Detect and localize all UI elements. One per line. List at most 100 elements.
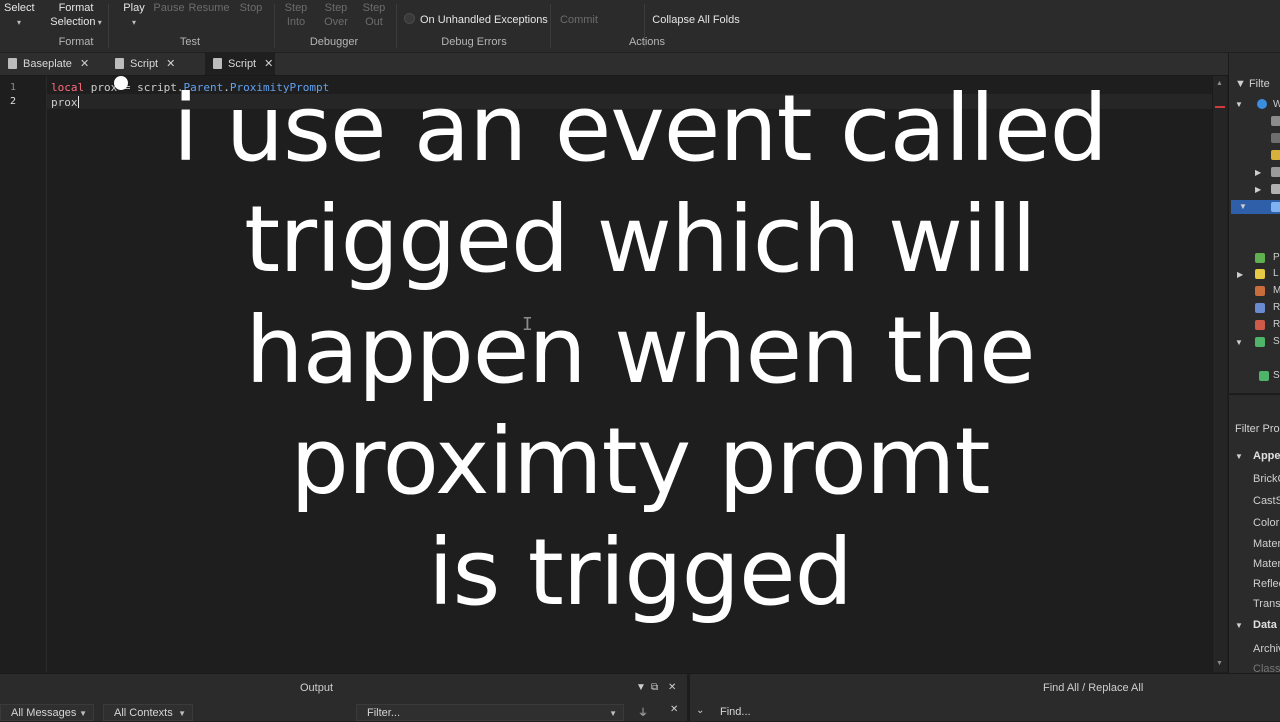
play-button[interactable]: Play ▾	[120, 1, 148, 30]
property-row[interactable]: CastS	[1253, 495, 1280, 507]
tree-item-server-storage[interactable]: S	[1273, 370, 1280, 381]
server-script-service-icon	[1255, 337, 1265, 347]
close-icon[interactable]: ✕	[668, 682, 676, 693]
step-over-label-2: Over	[324, 16, 348, 28]
bottom-panels: Output ▼ ⧉ ✕ All Messages ▼ All Contexts ▼…	[0, 673, 1280, 721]
replicated-first-icon	[1255, 303, 1265, 313]
scroll-down-icon[interactable]: ▼	[1216, 660, 1223, 667]
all-messages-dropdown[interactable]: All Messages ▼	[0, 704, 94, 721]
tree-item-workspace[interactable]: W	[1273, 99, 1280, 110]
step-out-label-2: Out	[365, 16, 383, 28]
property-row[interactable]: Trans	[1253, 598, 1280, 610]
debugger-group-label: Debugger	[309, 36, 359, 48]
group-divider	[108, 4, 109, 48]
step-into-label-2: Into	[286, 16, 306, 28]
property-row[interactable]: Mater	[1253, 558, 1280, 570]
caption-line: proximty promt	[290, 408, 990, 515]
resume-button[interactable]: Resume	[188, 1, 230, 15]
workspace-icon	[1257, 99, 1267, 109]
tree-collapse-icon[interactable]: ▶	[1255, 168, 1261, 177]
select-label: Select	[4, 2, 35, 14]
explorer-filter[interactable]: ▼ Filte	[1235, 78, 1270, 90]
tree-collapse-icon[interactable]: ▶	[1255, 185, 1261, 194]
replicated-storage-icon	[1255, 320, 1265, 330]
find-placeholder: Find...	[720, 706, 751, 718]
line-number: 2	[10, 96, 17, 107]
material-service-icon	[1255, 286, 1265, 296]
tree-item-material[interactable]: M	[1273, 285, 1280, 296]
script-icon	[213, 58, 222, 69]
tab-baseplate[interactable]: Baseplate ✕	[0, 53, 105, 75]
caption-line: is trigged	[428, 519, 853, 626]
tab-label: Baseplate	[23, 58, 72, 70]
output-filter-input[interactable]: Filter... ▼	[356, 704, 624, 721]
tree-item-replicated-first[interactable]: R	[1273, 302, 1280, 313]
document-icon	[8, 58, 17, 69]
group-divider	[396, 4, 397, 48]
close-icon[interactable]: ✕	[166, 58, 175, 70]
tab-label: Script	[228, 58, 257, 70]
filter-placeholder: Filter...	[367, 707, 401, 719]
properties-filter[interactable]: Filter Pro	[1235, 423, 1280, 435]
debug-errors-group-label: Debug Errors	[441, 36, 507, 48]
step-out-label: Step	[362, 2, 386, 14]
select-button[interactable]: Select ▾	[4, 1, 35, 30]
tab-label: Script	[130, 58, 159, 70]
close-icon[interactable]: ✕	[80, 58, 89, 70]
property-row[interactable]: Reflec	[1253, 578, 1280, 590]
format-group-label: Format	[58, 36, 94, 48]
part-icon	[1271, 184, 1280, 194]
data-category[interactable]: Data	[1253, 619, 1277, 631]
format-selection-label: Format	[58, 2, 94, 14]
stop-button[interactable]: Stop	[236, 1, 266, 15]
property-row[interactable]: Color	[1253, 517, 1279, 529]
format-selection-label-2: Selection	[50, 16, 96, 28]
step-over-button[interactable]: Step Over	[322, 1, 350, 29]
explorer-filter-label: Filte	[1248, 78, 1270, 90]
step-out-button[interactable]: Step Out	[360, 1, 388, 29]
pause-button[interactable]: Pause	[152, 1, 186, 15]
property-row[interactable]: Archiv	[1253, 643, 1280, 655]
close-icon[interactable]: ✕	[670, 704, 678, 715]
find-input[interactable]: Find...	[710, 704, 1280, 721]
chevron-down-icon: ▼	[79, 709, 87, 718]
on-unhandled-exceptions-toggle[interactable]: On Unhandled Exceptions	[404, 13, 550, 27]
model-icon	[1271, 150, 1280, 160]
tree-item-lighting[interactable]: L	[1273, 268, 1279, 279]
tab-script[interactable]: Script ✕	[107, 53, 203, 75]
chevron-down-icon: ▼	[178, 709, 186, 718]
commit-button[interactable]: Commit	[556, 13, 602, 27]
players-icon	[1255, 253, 1265, 263]
all-contexts-dropdown[interactable]: All Contexts ▼	[103, 704, 193, 721]
step-into-button[interactable]: Step Into	[282, 1, 310, 29]
test-group-label: Test	[179, 36, 201, 48]
camera-icon	[1271, 116, 1280, 126]
format-selection-button[interactable]: Format Selection ▾	[48, 1, 104, 30]
tree-expand-icon[interactable]: ▼	[1239, 202, 1247, 211]
chevron-down-icon[interactable]: ▼	[636, 682, 646, 693]
clear-output-icon[interactable]: ⏚	[638, 704, 648, 719]
tab-script-active[interactable]: Script ✕	[205, 53, 275, 75]
tree-item-server-script-service[interactable]: S	[1273, 336, 1280, 347]
tree-item-players[interactable]: P	[1273, 252, 1280, 263]
part-icon	[1271, 167, 1280, 177]
all-contexts-label: All Contexts	[114, 707, 173, 719]
chevron-down-icon: ▾	[95, 18, 102, 27]
close-icon[interactable]: ✕	[264, 58, 273, 70]
property-row[interactable]: Mater	[1253, 538, 1280, 550]
appearance-category[interactable]: Appe	[1253, 450, 1280, 462]
chevron-down-icon: ▼	[609, 709, 617, 718]
actions-group-label: Actions	[628, 36, 666, 48]
collapse-all-folds-button[interactable]: Collapse All Folds	[650, 13, 742, 27]
property-row[interactable]: BrickC	[1253, 473, 1280, 485]
undock-icon[interactable]: ⧉	[651, 682, 658, 693]
tree-item-replicated-storage[interactable]: R	[1273, 319, 1280, 330]
caption-line: trigged which will	[244, 186, 1037, 293]
on-unhandled-exceptions-label: On Unhandled Exceptions	[420, 14, 548, 26]
chevron-down-icon: ▾	[16, 18, 21, 27]
play-label: Play	[123, 2, 145, 14]
caption-line: i use an event called	[172, 75, 1108, 182]
panel-splitter[interactable]	[687, 674, 690, 721]
group-divider	[274, 4, 275, 48]
chevron-down-icon[interactable]: ⌄	[696, 705, 704, 716]
